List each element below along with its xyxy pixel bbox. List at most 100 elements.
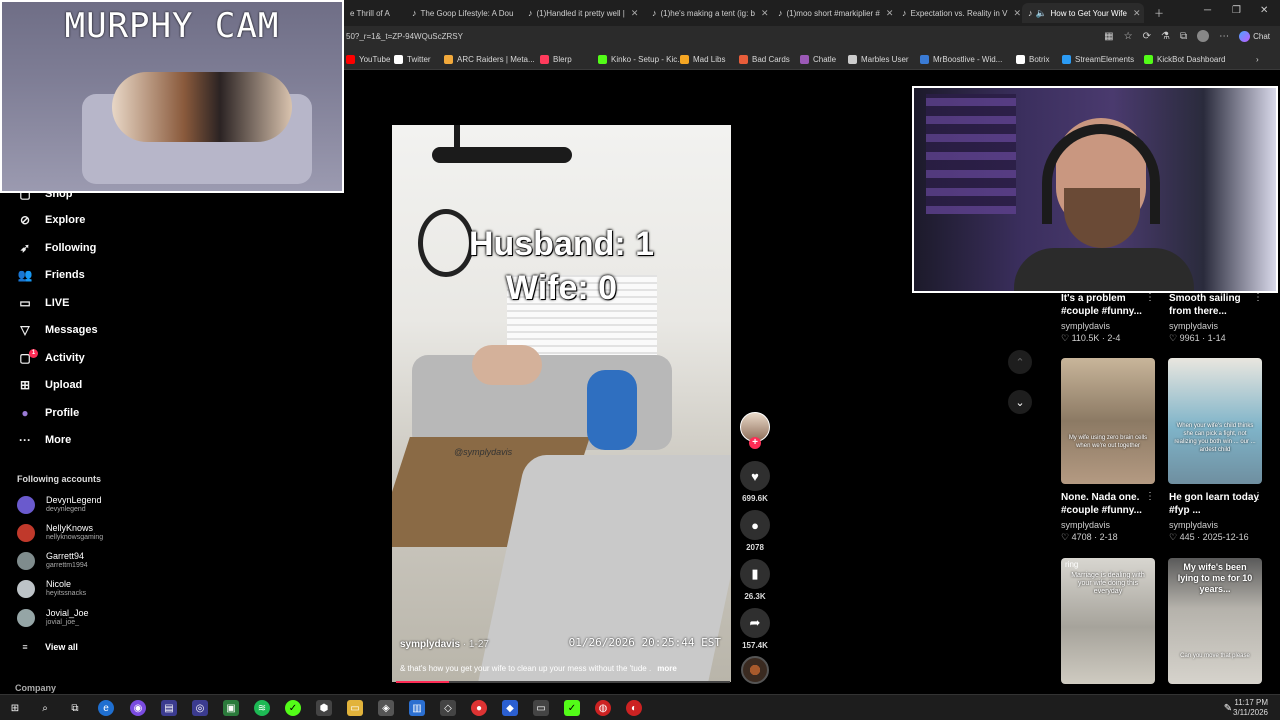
save-button[interactable]: ▮ (740, 559, 770, 589)
sidebar-item-following[interactable]: ➶ Following (17, 241, 96, 255)
previous-video-button[interactable]: ⌃ (1008, 350, 1032, 374)
browser-tab-active[interactable]: ♪ 🔈 How to Get Your Wife ✕ (1022, 3, 1144, 23)
related-title[interactable]: None. Nada one. #couple #funny... (1061, 491, 1153, 517)
browser-tab[interactable]: ♪The Goop Lifestyle: A Dou ✕ (406, 3, 520, 23)
company-link[interactable]: Company (15, 683, 56, 693)
app-icon[interactable]: ▣ (223, 700, 239, 716)
app-icon[interactable]: ✓ (564, 700, 580, 716)
close-tab-icon[interactable]: ✕ (519, 8, 520, 19)
extension-icon[interactable]: ⟳ (1143, 31, 1151, 42)
browser-tab[interactable]: ♪ Expectation vs. Reality in V ✕ (896, 3, 1020, 23)
related-thumbnail[interactable]: ring Marriage is dealing with your wife … (1061, 558, 1155, 684)
app-icon[interactable]: ◇ (440, 700, 456, 716)
app-icon[interactable]: ▥ (409, 700, 425, 716)
video-progress-bar[interactable] (396, 681, 730, 683)
browser-tab[interactable]: ♪ (1)moo short #markiplier # ✕ (772, 3, 894, 23)
app-icon[interactable]: ◉ (130, 700, 146, 716)
close-tab-icon[interactable]: ✕ (631, 8, 639, 19)
bookmark-item[interactable]: Bad Cards (739, 55, 790, 64)
bookmark-item[interactable]: Blerp (540, 55, 572, 64)
close-tab-icon[interactable]: ✕ (761, 8, 769, 19)
like-button[interactable]: ♥ (740, 461, 770, 491)
sidebar-item-messages[interactable]: ▽ Messages (17, 323, 97, 337)
bookmark-item[interactable]: MrBoostlive - Wid... (920, 55, 1002, 64)
follow-plus-icon[interactable]: + (749, 437, 761, 449)
following-account[interactable]: Nicole heyitssnacks (17, 579, 86, 598)
menu-dots-icon[interactable]: ⋯ (1219, 31, 1229, 42)
speaker-icon[interactable]: 🔈 (1036, 8, 1047, 18)
more-options-icon[interactable]: ⋮ (1253, 491, 1263, 502)
app-icon[interactable]: ◍ (595, 700, 611, 716)
search-icon[interactable]: ⌕ (37, 700, 53, 716)
sidebar-item-friends[interactable]: 👥 Friends (17, 268, 85, 282)
music-disc-icon[interactable] (741, 656, 769, 684)
app-icon[interactable]: ● (471, 700, 487, 716)
url-field[interactable]: 50?_r=1&_t=ZP-94WQuScZRSY (346, 32, 463, 41)
task-view-icon[interactable]: ⧉ (67, 700, 83, 716)
comment-button[interactable]: ● (740, 510, 770, 540)
next-video-button[interactable]: ⌄ (1008, 390, 1032, 414)
browser-tab[interactable]: ♪ (1)he's making a tent (ig: b ✕ (646, 3, 770, 23)
flask-icon[interactable]: ⚗ (1161, 31, 1170, 42)
sidebar-item-live[interactable]: ▭ LIVE (17, 296, 69, 310)
profile-avatar[interactable] (1197, 30, 1210, 42)
sidebar-item-explore[interactable]: ⊘ Explore (17, 213, 85, 227)
related-author[interactable]: symplydavis (1061, 321, 1110, 331)
app-icon[interactable]: ◆ (502, 700, 518, 716)
following-account[interactable]: Jovial_Joe jovial_joe_ (17, 608, 89, 627)
following-account[interactable]: NellyKnows nellyknowsgaming (17, 523, 103, 542)
discord-icon[interactable]: ◎ (192, 700, 208, 716)
grid-icon[interactable]: ▦ (1104, 31, 1113, 42)
sidebar-item-profile[interactable]: ● Profile (17, 406, 79, 420)
more-options-icon[interactable]: ⋮ (1253, 292, 1263, 303)
restore-icon[interactable]: ❐ (1232, 5, 1241, 16)
windows-start-icon[interactable]: ⊞ (7, 700, 23, 716)
app-icon[interactable]: ◈ (378, 700, 394, 716)
video-player[interactable]: Husband: 1 Wife: 0 @symplydavis symplyda… (392, 125, 731, 682)
system-clock[interactable]: 11:17 PM 3/11/2026 (1233, 698, 1268, 718)
bookmark-item[interactable]: Marbles User (848, 55, 909, 64)
following-account[interactable]: DevynLegend devynlegend (17, 495, 102, 514)
obs-icon[interactable]: ⬢ (316, 700, 332, 716)
close-tab-icon[interactable]: ✕ (886, 8, 894, 19)
bookmark-item[interactable]: Botrix (1016, 55, 1049, 64)
related-title[interactable]: He gon learn today #fyp ... (1169, 491, 1261, 517)
sidebar-item-more[interactable]: ··· More (17, 433, 71, 447)
related-author[interactable]: symplydavis (1169, 321, 1218, 331)
related-thumbnail[interactable]: My wife's been lying to me for 10 years.… (1168, 558, 1262, 684)
star-icon[interactable]: ☆ (1124, 31, 1133, 42)
more-options-icon[interactable]: ⋮ (1145, 491, 1155, 502)
bookmark-item[interactable]: StreamElements (1062, 55, 1134, 64)
view-all-button[interactable]: ≡ View all (17, 642, 78, 652)
bookmark-item[interactable]: Twitter (394, 55, 431, 64)
browser-tab[interactable]: ♪ (1)Handled it pretty well | ✕ (522, 3, 644, 23)
related-thumbnail[interactable]: My wife using zero brain cells when we'r… (1061, 358, 1155, 484)
related-author[interactable]: symplydavis (1061, 520, 1110, 530)
minimize-icon[interactable]: ─ (1204, 5, 1211, 16)
bookmark-item[interactable]: Kinko - Setup - Kic... (598, 55, 684, 64)
related-author[interactable]: symplydavis (1169, 520, 1218, 530)
more-options-icon[interactable]: ⋮ (1145, 292, 1155, 303)
app-icon[interactable]: ◐ (626, 700, 642, 716)
copilot-chat-button[interactable]: Chat (1239, 30, 1270, 42)
share-button[interactable]: ➦ (740, 608, 770, 638)
terminal-icon[interactable]: ▭ (533, 700, 549, 716)
bookmark-item[interactable]: Chatle (800, 55, 836, 64)
bookmarks-overflow-icon[interactable]: › (1256, 55, 1259, 64)
app-icon[interactable]: ▤ (161, 700, 177, 716)
spotify-icon[interactable]: ≋ (254, 700, 270, 716)
sidebar-item-activity[interactable]: ▢ Activity (17, 351, 84, 365)
following-account[interactable]: Garrett94 garrettm1994 (17, 551, 88, 570)
video-author[interactable]: symplydavis · 1-27 (400, 639, 489, 650)
bookmark-item[interactable]: KickBot Dashboard (1144, 55, 1225, 64)
folder-icon[interactable]: ▭ (347, 700, 363, 716)
bookmark-item[interactable]: Mad Libs (680, 55, 725, 64)
close-tab-icon[interactable]: ✕ (1133, 8, 1141, 19)
sidebar-item-upload[interactable]: ⊞ Upload (17, 378, 82, 392)
bookmark-item[interactable]: YouTube (346, 55, 390, 64)
close-window-icon[interactable]: ✕ (1260, 5, 1268, 16)
close-tab-icon[interactable]: ✕ (1013, 8, 1020, 19)
related-title[interactable]: Smooth sailing from there... (1169, 292, 1261, 318)
app-icon[interactable]: ✓ (285, 700, 301, 716)
new-tab-icon[interactable]: ＋ (1154, 5, 1164, 20)
